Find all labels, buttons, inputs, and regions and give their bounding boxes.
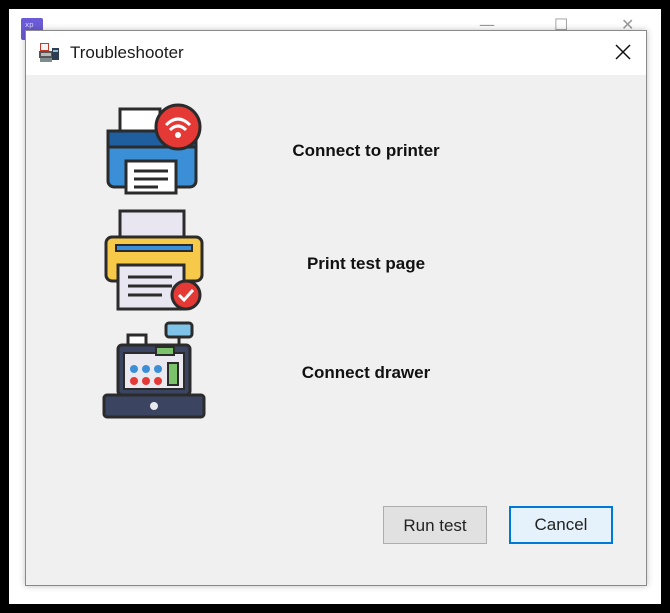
task-label-connect-printer: Connect to printer — [292, 141, 440, 160]
cash-register-icon — [102, 321, 206, 419]
troubleshooter-app-icon — [39, 43, 59, 62]
troubleshooter-dialog: Troubleshooter Connect to printer Print … — [25, 30, 647, 586]
task-label-connect-drawer: Connect drawer — [301, 363, 431, 382]
window-title: Troubleshooter — [70, 43, 184, 62]
task-label-print-test-page: Print test page — [306, 254, 426, 273]
title-bar: Troubleshooter — [26, 31, 646, 75]
close-icon — [615, 44, 631, 60]
task-connect-printer: Connect to printer — [26, 99, 646, 199]
run-test-button[interactable]: Run test — [383, 506, 487, 544]
printer-wifi-icon — [106, 103, 202, 195]
printer-check-icon — [104, 209, 204, 311]
task-connect-drawer: Connect drawer — [26, 321, 646, 421]
task-print-test-page: Print test page — [26, 209, 646, 311]
close-button[interactable] — [600, 31, 646, 75]
cancel-button[interactable]: Cancel — [509, 506, 613, 544]
